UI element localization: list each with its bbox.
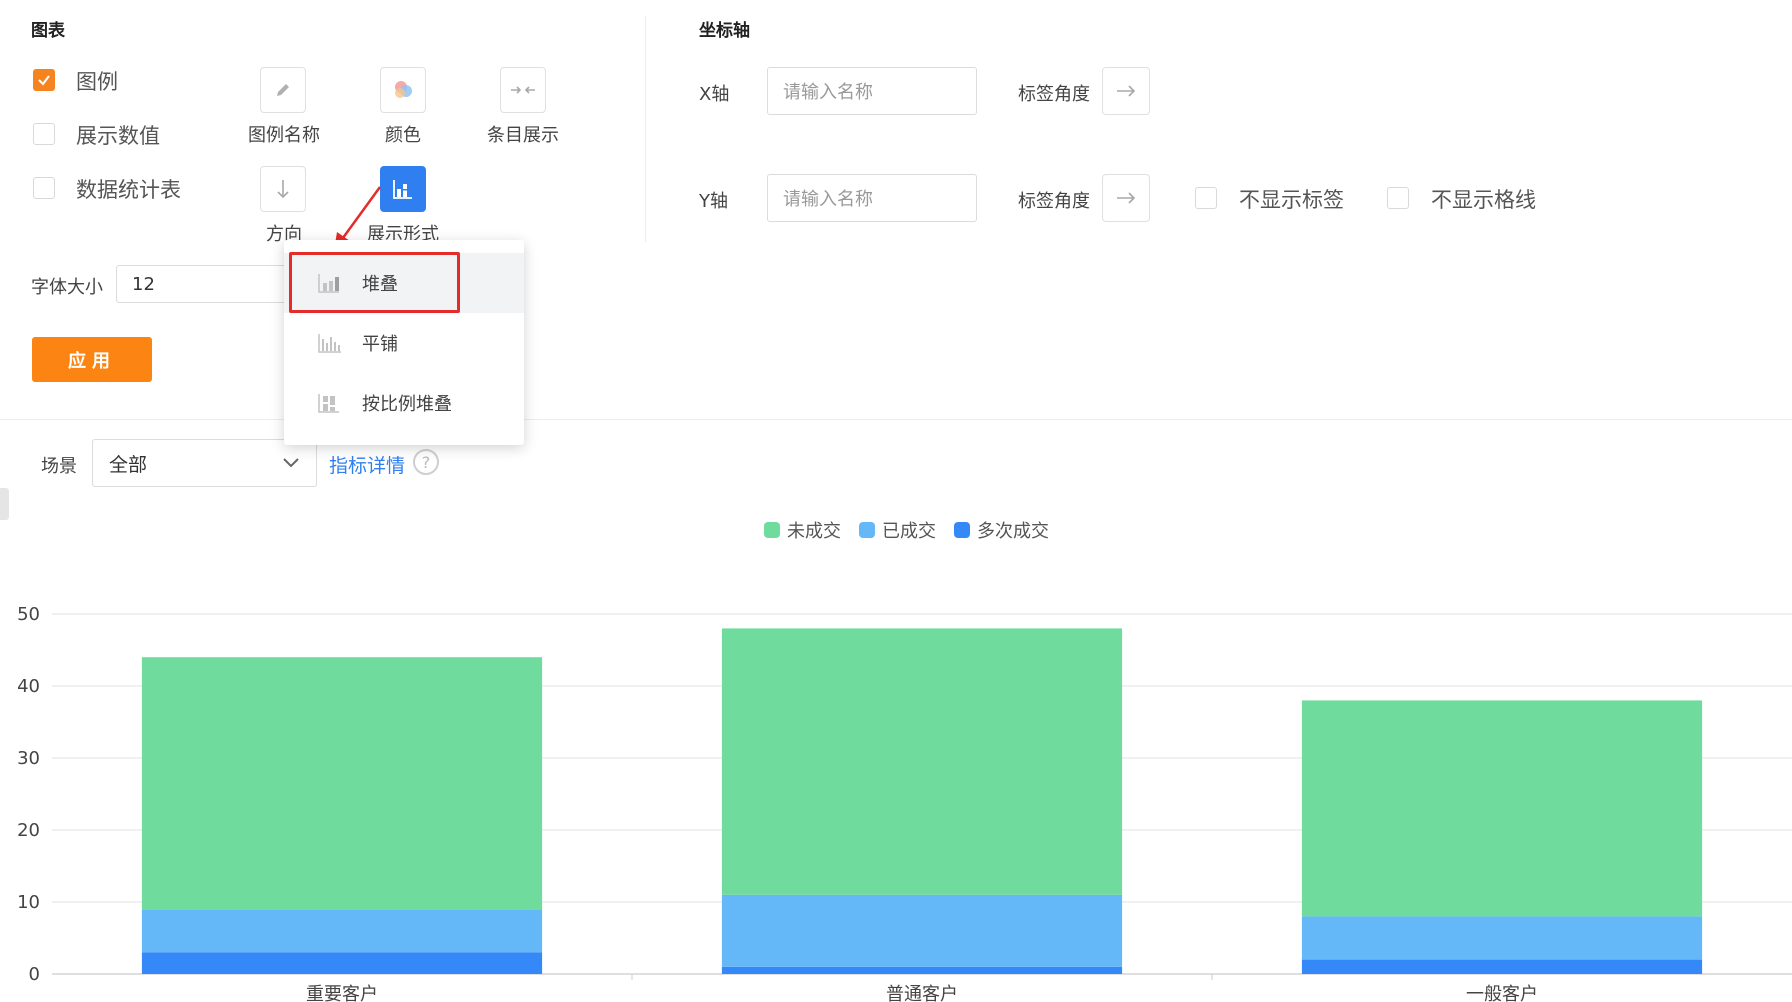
arrow-right-icon (1117, 192, 1136, 204)
x-tick-label: 普通客户 (886, 984, 958, 1002)
compress-arrows-icon (511, 86, 535, 94)
item-display-button[interactable] (500, 67, 546, 113)
hide-labels-label: 不显示标签 (1239, 188, 1344, 212)
data-table-checkbox[interactable] (33, 177, 55, 199)
legend-item-multiple[interactable]: 多次成交 (954, 517, 1049, 543)
annotation-highlight-box (289, 252, 460, 313)
y-axis-label: Y轴 (699, 191, 728, 212)
apply-button[interactable]: 应用 (32, 337, 152, 382)
legend-text-closed: 已成交 (882, 521, 936, 542)
legend-swatch-unclosed (764, 522, 780, 538)
axis-section-title: 坐标轴 (699, 21, 750, 41)
scene-label: 场景 (41, 456, 77, 477)
bar-segment (721, 966, 1123, 974)
section-divider (645, 16, 646, 242)
legend-item-unclosed[interactable]: 未成交 (764, 517, 841, 543)
checkmark-icon (38, 75, 50, 86)
scene-select[interactable]: 全部 (92, 439, 317, 487)
y-tick-label: 20 (17, 820, 40, 841)
color-button[interactable] (380, 67, 426, 113)
bar-segment (141, 909, 543, 953)
stacked-bar-icon (393, 180, 412, 199)
y-tag-angle-label: 标签角度 (1018, 191, 1090, 212)
menu-item-grouped-label: 平铺 (362, 334, 398, 355)
y-tick-label: 30 (17, 748, 40, 769)
drag-handle[interactable] (0, 488, 9, 520)
data-table-label: 数据统计表 (76, 178, 181, 202)
y-axis-name-input[interactable]: 请输入名称 (767, 174, 977, 222)
bar-segment (141, 952, 543, 974)
y-tick-label: 50 (17, 604, 40, 625)
legend-text-multiple: 多次成交 (977, 521, 1049, 542)
help-icon[interactable]: ? (413, 449, 439, 475)
menu-item-percent-stacked[interactable]: 按比例堆叠 (284, 373, 524, 433)
bar-segment (721, 894, 1123, 967)
hide-gridlines-checkbox[interactable] (1387, 187, 1409, 209)
legend-name-button[interactable] (260, 67, 306, 113)
y-tick-label: 10 (17, 892, 40, 913)
bar-segment (1301, 959, 1703, 974)
y-tick-label: 40 (17, 676, 40, 697)
x-axis-name-input[interactable]: 请输入名称 (767, 67, 977, 115)
legend-text-unclosed: 未成交 (787, 521, 841, 542)
chart-legend: 未成交 已成交 多次成交 (764, 517, 1049, 543)
font-size-label: 字体大小 (31, 277, 103, 298)
chart-section-title: 图表 (31, 21, 65, 41)
y-tag-angle-button[interactable] (1102, 174, 1150, 222)
hide-labels-checkbox[interactable] (1195, 187, 1217, 209)
bar-segment (1301, 916, 1703, 960)
percent-stacked-bar-icon (318, 394, 339, 413)
palette-icon (395, 81, 412, 98)
x-tag-angle-label: 标签角度 (1018, 84, 1090, 105)
direction-button[interactable] (260, 166, 306, 212)
show-values-label: 展示数值 (76, 124, 160, 148)
pencil-icon (277, 84, 289, 96)
bar-segment (141, 657, 543, 910)
arrow-down-icon (277, 180, 289, 199)
x-tick-label: 重要客户 (306, 984, 378, 1002)
hide-gridlines-label: 不显示格线 (1431, 188, 1536, 212)
show-values-checkbox[interactable] (33, 123, 55, 145)
chevron-down-icon (283, 458, 299, 468)
arrow-right-icon (1117, 85, 1136, 97)
item-display-label: 条目展示 (487, 125, 559, 146)
legend-checkbox[interactable] (33, 69, 55, 91)
panel-divider (0, 419, 1792, 420)
grouped-bar-icon (318, 334, 341, 353)
x-axis-label: X轴 (699, 84, 730, 105)
legend-item-closed[interactable]: 已成交 (859, 517, 936, 543)
bar-segment (1301, 700, 1703, 917)
bar-segment (721, 628, 1123, 895)
legend-swatch-closed (859, 522, 875, 538)
legend-checkbox-label: 图例 (76, 70, 118, 94)
menu-item-grouped[interactable]: 平铺 (284, 313, 524, 373)
y-tick-label: 0 (29, 964, 40, 985)
x-tick-label: 一般客户 (1466, 984, 1538, 1002)
stacked-bar-chart: 0 10 20 30 40 50 重要客户 普通客户 一般客户 (17, 604, 1792, 1002)
legend-name-label: 图例名称 (248, 125, 320, 146)
x-tag-angle-button[interactable] (1102, 67, 1150, 115)
legend-swatch-multiple (954, 522, 970, 538)
metric-details-link[interactable]: 指标详情 (329, 451, 405, 478)
font-size-input[interactable]: 12 (116, 265, 291, 303)
menu-item-percent-stacked-label: 按比例堆叠 (362, 394, 452, 415)
scene-select-value: 全部 (109, 453, 148, 476)
color-label: 颜色 (385, 125, 421, 146)
